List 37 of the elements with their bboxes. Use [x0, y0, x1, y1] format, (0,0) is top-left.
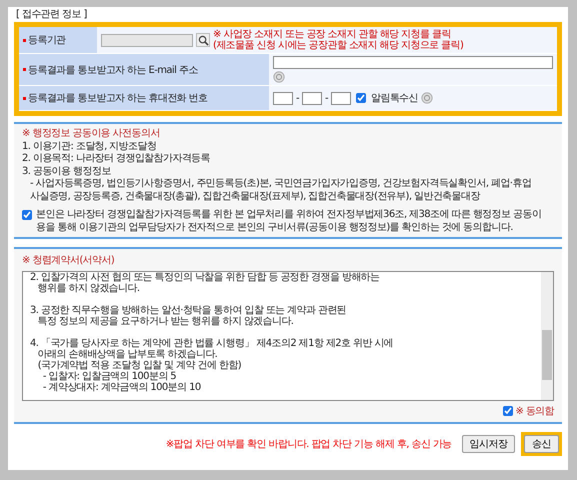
- field-label: 등록결과를 통보받고자 하는 E-mail 주소: [28, 64, 198, 76]
- search-button[interactable]: [196, 33, 210, 47]
- field-label: 등록기관: [28, 34, 66, 47]
- action-button[interactable]: 송신: [524, 435, 559, 453]
- scrollbar[interactable]: [541, 272, 553, 400]
- pledge-title: ※ 청렴계약서(서약서): [22, 254, 116, 267]
- checkbox-label: 알림톡수신: [371, 92, 418, 105]
- separator-text: -: [325, 92, 328, 104]
- consent-title: ※ 행정정보 공동이용 사전동의서: [22, 128, 161, 140]
- action-button[interactable]: 임시저장: [462, 435, 516, 453]
- consent-item: 1. 이용기관: 조달청, 지방조달청: [22, 140, 158, 153]
- pledge-paragraph: 4. 「국가를 당사자로 하는 계약에 관한 법률 시행령」 제4조의2 제1항 제2호 위반 시에 아래의 손해배상액을 납부토록 하겠습니다. (국가계약법 적용 조달청 입찰 및 계약 건에 한함) - 입찰자: 입찰금액의 100분의 5 - 계약상대자: 계약금액의 100분의 10: [30, 338, 394, 393]
- separator-text: -: [296, 92, 300, 104]
- pledge-paragraph: 3. 공정한 직무수행을 방해하는 알선·청탁을 통하여 입찰 또는 계약과 관련된 특정 정보의 제공을 요구하거나 받는 행위를 하지 않겠습니다.: [30, 305, 348, 327]
- consent-checkbox[interactable]: [22, 210, 32, 220]
- phone-field[interactable]: [331, 92, 352, 104]
- consent-statement: 본인은 나라장터 경쟁입찰참가자격등록를 위한 본 업무처리를 위하여 전자정부법제36조, 제38조에 따른 행정정보 공동이용을 통해 이용기관의 업무담당자가 전자적으로 본인의 구비서류(공동이용 행정정보)를 확인하는 것에 동의합니다.: [36, 209, 542, 234]
- popup-notice: ※팝업 차단 여부를 확인 바랍니다. 팝업 차단 기능 해제 후, 송신 가능: [166, 438, 452, 451]
- pledge-textarea[interactable]: [22, 271, 554, 401]
- email-field[interactable]: [273, 56, 553, 69]
- phone-field[interactable]: [302, 92, 322, 104]
- agency-field[interactable]: [101, 34, 193, 46]
- field-label: 등록결과를 통보받고자 하는 휴대전화 번호: [28, 92, 208, 105]
- help-icon[interactable]: [421, 92, 434, 104]
- pledge-paragraph: 2. 입찰가격의 사전 협의 또는 특정인의 낙찰을 위한 담합 등 공정한 경쟁을 방해하는 행위를 하지 않겠습니다.: [30, 272, 380, 294]
- consent-item: - 사업자등록증명, 법인등기사항증명서, 주민등록등(초)본, 국민연금가입자가입증명, 건강보험자격득실확인서, 폐업·휴업사실증명, 공장등록증, 건축물대장(총괄), 집합건축물대장(표제부), 집합건축물대장(전유부), 일반건축물대장: [29, 178, 532, 203]
- checkbox-label: ※ 동의함: [515, 405, 554, 418]
- agree-checkbox[interactable]: [503, 406, 514, 416]
- phone-field[interactable]: [273, 92, 293, 104]
- help-icon[interactable]: [273, 71, 285, 83]
- hint-text: (제조물품 신청 시에는 공장관할 소재지 해당 지청으로 클릭): [213, 40, 464, 51]
- hint-text: ※ 사업장 소재지 또는 공장 소재지 관할 해당 지청를 클릭: [213, 29, 452, 40]
- consent-item: 2. 이용목적: 나라장터 경쟁입찰참가자격등록: [22, 153, 212, 166]
- section-title: [ 접수관련 정보 ]: [15, 8, 88, 22]
- sms-checkbox[interactable]: [356, 93, 366, 103]
- consent-item: 3. 공동이용 행정정보: [22, 166, 112, 178]
- search-icon: [198, 34, 208, 46]
